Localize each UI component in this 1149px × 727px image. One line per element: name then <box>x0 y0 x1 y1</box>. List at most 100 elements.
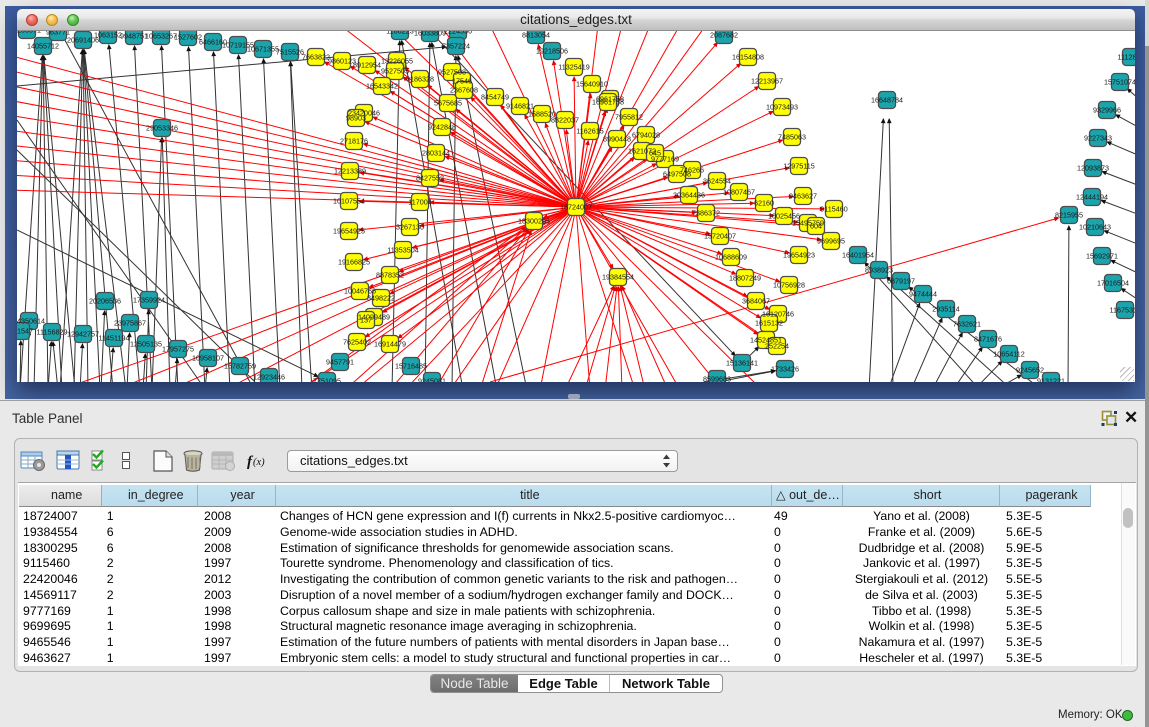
svg-text:3267130: 3267130 <box>396 223 424 232</box>
svg-text:10807467: 10807467 <box>723 188 755 197</box>
svg-text:2367608: 2367608 <box>450 86 478 95</box>
svg-text:5675685: 5675685 <box>434 99 462 108</box>
svg-text:16120746: 16120746 <box>762 310 794 319</box>
svg-text:16033809: 16033809 <box>414 31 446 38</box>
svg-text:17546: 17546 <box>452 77 472 86</box>
svg-text:1112864: 1112864 <box>1118 53 1135 62</box>
svg-text:17957275: 17957275 <box>162 345 194 354</box>
svg-text:645: 645 <box>649 149 661 158</box>
svg-text:7357224: 7357224 <box>442 42 470 51</box>
svg-text:19654923: 19654923 <box>783 251 815 260</box>
svg-text:16782759: 16782759 <box>224 362 256 371</box>
svg-text:9948751: 9948751 <box>120 32 148 41</box>
svg-text:8878352: 8878352 <box>376 271 404 280</box>
svg-text:17016504: 17016504 <box>1097 279 1129 288</box>
svg-text:12942757: 12942757 <box>67 330 99 339</box>
svg-text:8186328: 8186328 <box>406 75 434 84</box>
svg-text:8427552: 8427552 <box>416 174 444 183</box>
svg-text:3684067: 3684067 <box>742 297 770 306</box>
svg-text:9527505: 9527505 <box>381 67 409 76</box>
svg-text:9699695: 9699695 <box>817 237 845 246</box>
svg-text:9860123: 9860123 <box>328 57 356 66</box>
svg-text:13226055: 13226055 <box>381 57 413 66</box>
svg-text:11156829: 11156829 <box>37 328 68 337</box>
svg-text:137: 137 <box>360 316 372 325</box>
svg-text:9227343: 9227343 <box>1084 134 1112 143</box>
svg-text:19384554: 19384554 <box>602 273 634 282</box>
svg-text:20206536: 20206536 <box>89 297 121 306</box>
svg-text:2803144: 2803144 <box>422 149 450 158</box>
svg-text:8599683: 8599683 <box>703 375 731 382</box>
svg-text:18300295: 18300295 <box>518 217 550 226</box>
svg-text:17359924: 17359924 <box>133 296 165 305</box>
svg-text:7663822: 7663822 <box>302 53 330 62</box>
svg-text:12505135: 12505135 <box>130 340 162 349</box>
svg-text:15640910: 15640910 <box>576 80 608 89</box>
svg-text:252254: 252254 <box>765 342 789 351</box>
svg-text:14055712: 14055712 <box>27 42 59 51</box>
svg-text:15716485: 15716485 <box>395 362 427 371</box>
svg-text:10654112: 10654112 <box>993 350 1024 359</box>
svg-text:8912954: 8912954 <box>353 61 381 70</box>
svg-text:16154808: 16154808 <box>732 53 764 62</box>
svg-text:12923446: 12923446 <box>253 373 285 382</box>
svg-text:19166825: 19166825 <box>338 258 370 267</box>
svg-text:19218506: 19218506 <box>536 47 568 56</box>
svg-text:10958107: 10958107 <box>192 354 224 363</box>
svg-text:18807249: 18807249 <box>729 274 761 283</box>
svg-text:9242848: 9242848 <box>428 123 456 132</box>
svg-text:9245081: 9245081 <box>418 377 446 382</box>
svg-text:15136141: 15136141 <box>726 359 758 368</box>
svg-text:12975115: 12975115 <box>783 162 814 171</box>
svg-text:1527602: 1527602 <box>174 33 202 42</box>
svg-text:8454749: 8454749 <box>481 93 509 102</box>
svg-text:8215955: 8215955 <box>1055 211 1083 220</box>
svg-text:1162615: 1162615 <box>576 127 603 136</box>
svg-text:7515526: 7515526 <box>276 48 304 57</box>
svg-text:98903: 98903 <box>346 114 366 123</box>
svg-text:16401954: 16401954 <box>842 251 874 260</box>
svg-text:11675311: 11675311 <box>1110 306 1135 315</box>
svg-text:6497508: 6497508 <box>663 170 691 179</box>
svg-text:2935114: 2935114 <box>932 305 959 314</box>
svg-text:16914479: 16914479 <box>374 340 406 349</box>
svg-text:9245652: 9245652 <box>1016 366 1044 375</box>
svg-text:2224556: 2224556 <box>444 31 472 36</box>
svg-text:14350614: 14350614 <box>17 317 45 326</box>
svg-text:9457791: 9457791 <box>326 358 354 367</box>
svg-text:1733426: 1733426 <box>771 365 799 374</box>
svg-text:3498222: 3498222 <box>367 294 395 303</box>
svg-text:2718176: 2718176 <box>340 137 368 146</box>
svg-text:9131221: 9131221 <box>1037 377 1065 382</box>
svg-text:8322037: 8322037 <box>551 116 579 125</box>
svg-text:7485063: 7485063 <box>778 133 806 142</box>
svg-text:8471676: 8471676 <box>974 335 1002 344</box>
svg-text:11353504: 11353504 <box>387 246 418 255</box>
svg-text:16648784: 16648784 <box>871 96 903 105</box>
svg-text:391547: 391547 <box>17 327 33 336</box>
svg-text:11325419: 11325419 <box>558 63 589 72</box>
svg-text:6794028: 6794028 <box>632 131 660 140</box>
svg-text:9527508: 9527508 <box>438 68 466 77</box>
svg-text:7751095: 7751095 <box>313 377 341 382</box>
svg-text:7386372: 7386372 <box>692 209 720 218</box>
svg-text:9474444: 9474444 <box>909 290 937 299</box>
svg-text:1205571: 1205571 <box>17 31 41 35</box>
svg-text:7632621: 7632621 <box>953 320 981 329</box>
svg-text:10210643: 10210643 <box>1079 223 1111 232</box>
svg-text:10973493: 10973493 <box>766 103 798 112</box>
svg-text:1615132: 1615132 <box>755 319 783 328</box>
svg-text:12093873: 12093873 <box>1077 164 1109 173</box>
svg-text:10671355: 10671355 <box>247 45 279 54</box>
svg-text:(x): (x) <box>253 457 265 468</box>
svg-text:15751074: 15751074 <box>1104 78 1135 87</box>
svg-text:8990448: 8990448 <box>603 135 631 144</box>
svg-text:12213389: 12213389 <box>334 167 366 176</box>
svg-text:604: 604 <box>810 222 822 231</box>
svg-text:19654925: 19654925 <box>333 227 365 236</box>
svg-text:6879197: 6879197 <box>887 277 915 286</box>
svg-text:3624554: 3624554 <box>703 177 731 186</box>
svg-text:9463627: 9463627 <box>789 192 817 201</box>
svg-text:10688609: 10688609 <box>715 253 747 262</box>
svg-text:18724007: 18724007 <box>560 203 592 212</box>
